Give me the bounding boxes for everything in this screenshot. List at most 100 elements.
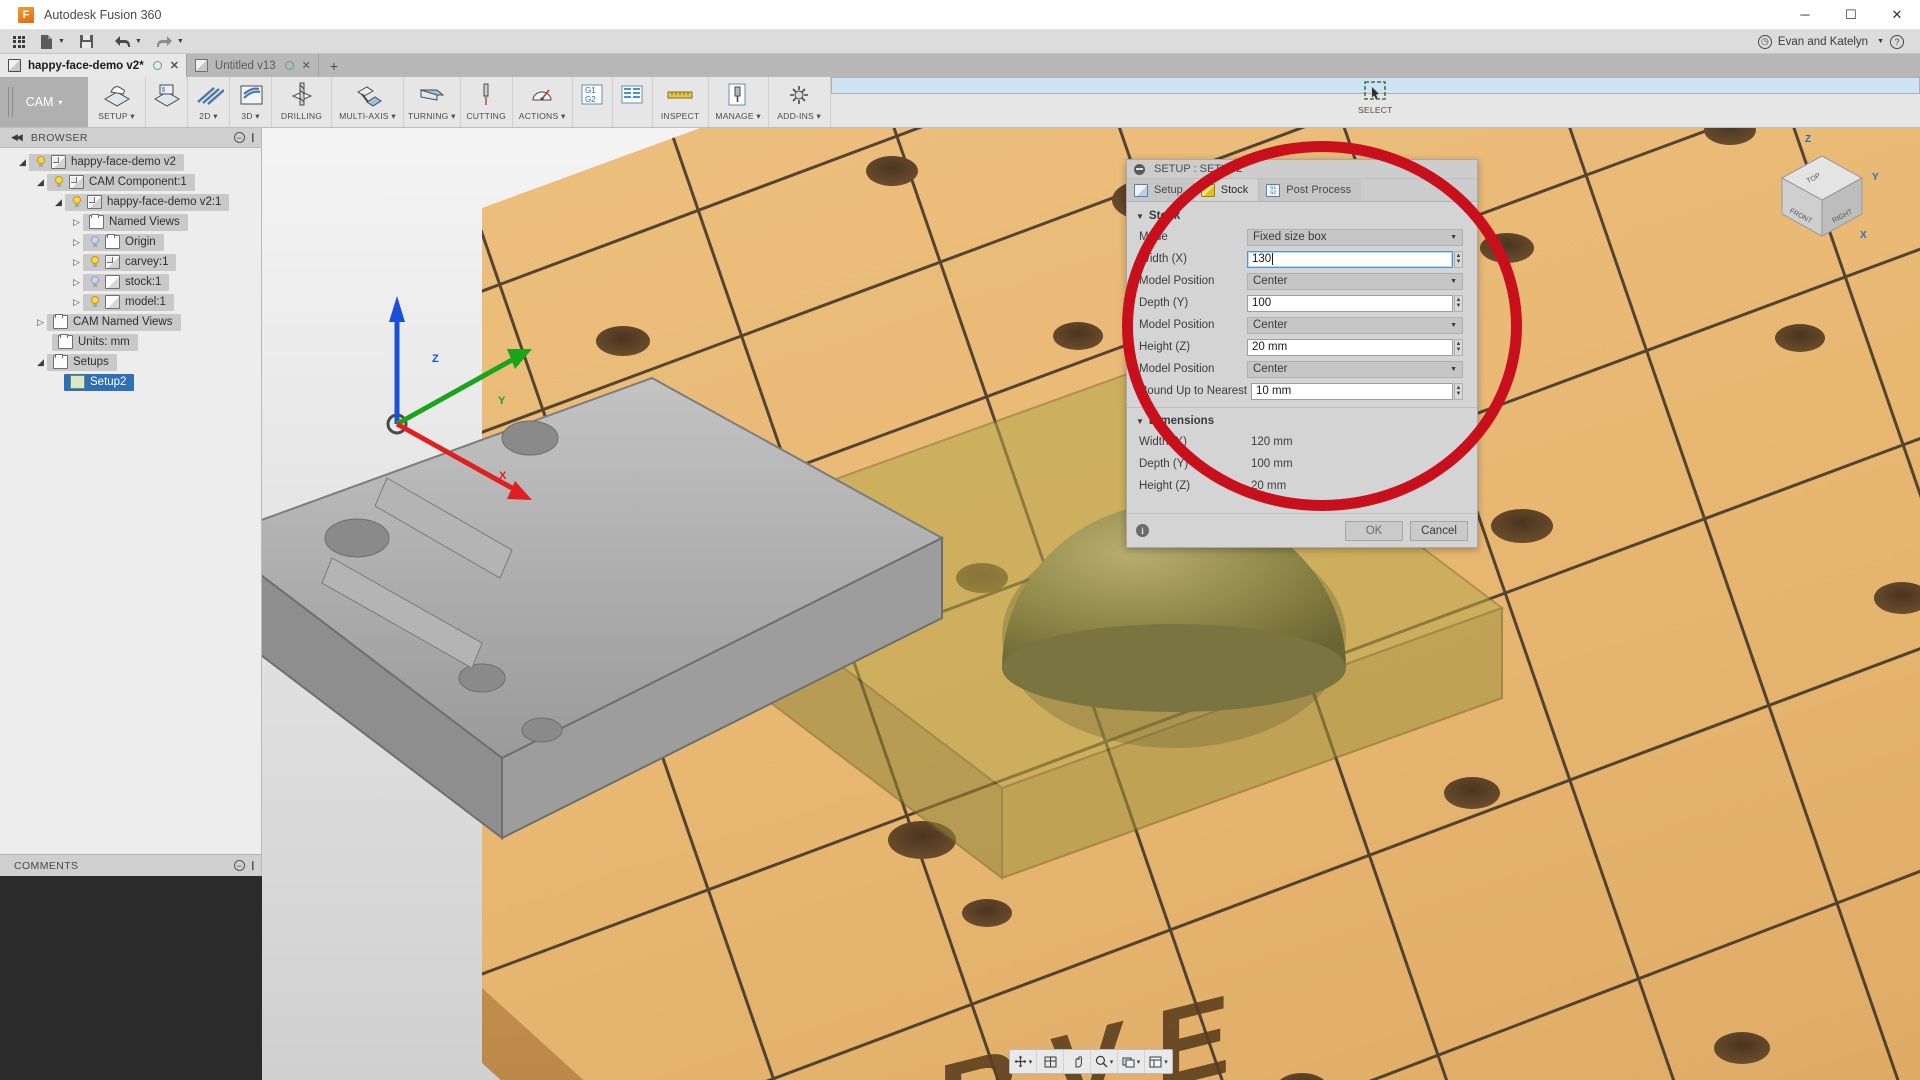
- model-position-z-select[interactable]: Center ▼: [1247, 361, 1463, 378]
- ribbon-button-drilling[interactable]: DRILLING: [272, 77, 332, 127]
- dialog-collapse-icon[interactable]: [1134, 164, 1145, 175]
- minimize-button[interactable]: ─: [1782, 0, 1828, 30]
- visibility-bulb-icon[interactable]: [88, 295, 102, 309]
- comments-pin-icon[interactable]: ❙: [249, 860, 257, 871]
- redo-button[interactable]: ▼: [149, 30, 191, 54]
- ribbon-button-select[interactable]: SELECT: [831, 77, 1920, 94]
- new-document-button[interactable]: ▼: [32, 30, 72, 54]
- new-document-tab-button[interactable]: +: [319, 54, 349, 77]
- browser-options-icon[interactable]: −: [234, 132, 245, 143]
- ribbon-button-multi-axis[interactable]: MULTI-AXIS ▾: [332, 77, 404, 127]
- round-up-input[interactable]: 10 mm: [1251, 383, 1453, 400]
- tree-item-setups[interactable]: ◢ Setups: [0, 352, 261, 372]
- save-button[interactable]: [72, 30, 101, 54]
- ribbon-button-3d[interactable]: 3D ▾: [230, 77, 272, 127]
- help-icon[interactable]: ?: [1890, 35, 1904, 49]
- tree-item-named-views[interactable]: ▷ Named Views: [0, 212, 261, 232]
- ribbon-button-setup[interactable]: SETUP ▾: [88, 77, 146, 127]
- visibility-bulb-icon[interactable]: [34, 155, 48, 169]
- grid-layout-button[interactable]: ▾: [1145, 1050, 1172, 1073]
- tree-item-setup2[interactable]: Setup2: [0, 372, 261, 392]
- tree-item-origin[interactable]: ▷ Origin: [0, 232, 261, 252]
- ribbon-label-setup: SETUP ▾: [98, 111, 135, 122]
- expand-arrow-icon[interactable]: ◢: [16, 157, 29, 168]
- grid-snap-button[interactable]: [1037, 1050, 1064, 1073]
- ribbon-button-cutting[interactable]: CUTTING: [461, 77, 513, 127]
- tree-item-stock[interactable]: ▷ stock:1: [0, 272, 261, 292]
- app-grid-button[interactable]: [6, 30, 32, 54]
- dialog-tab-stock[interactable]: Stock: [1194, 179, 1260, 201]
- width-x-input[interactable]: 130: [1247, 251, 1453, 268]
- expand-arrow-icon[interactable]: ▷: [70, 297, 83, 308]
- ribbon-button-turning[interactable]: TURNING ▾: [404, 77, 461, 127]
- display-settings-button[interactable]: ▾: [1118, 1050, 1145, 1073]
- model-position-y-select[interactable]: Center ▼: [1247, 317, 1463, 334]
- expand-arrow-icon[interactable]: ▷: [34, 317, 47, 328]
- pan-button[interactable]: [1064, 1050, 1091, 1073]
- comments-options-icon[interactable]: −: [234, 860, 245, 871]
- expand-arrow-icon[interactable]: ◢: [34, 177, 47, 188]
- field-label-mode: Mode: [1139, 231, 1247, 243]
- tree-item-cam-named-views[interactable]: ▷ CAM Named Views: [0, 312, 261, 332]
- ribbon-button-2d[interactable]: 2D ▾: [188, 77, 230, 127]
- ribbon-button-inspect[interactable]: INSPECT: [653, 77, 709, 127]
- expand-arrow-icon[interactable]: ▷: [70, 237, 83, 248]
- close-icon[interactable]: ✕: [302, 59, 311, 72]
- view-cube[interactable]: TOP FRONT RIGHT Z Y X: [1760, 138, 1880, 248]
- tree-item-model[interactable]: ▷ model:1: [0, 292, 261, 312]
- expand-arrow-icon[interactable]: ◢: [34, 357, 47, 368]
- browser-pin-icon[interactable]: ❙: [249, 132, 257, 143]
- expand-arrow-icon[interactable]: ▷: [70, 277, 83, 288]
- expand-arrow-icon[interactable]: ▷: [70, 257, 83, 268]
- visibility-bulb-icon[interactable]: [70, 195, 84, 209]
- ribbon-button-new-folder[interactable]: [146, 77, 188, 127]
- dialog-tab-post-process[interactable]: G1 G2 Post Process: [1259, 179, 1361, 201]
- workspace-switcher[interactable]: CAM ▾: [0, 77, 88, 127]
- maximize-button[interactable]: ☐: [1828, 0, 1874, 30]
- dialog-tab-setup[interactable]: Setup: [1127, 179, 1194, 201]
- user-name-label[interactable]: Evan and Katelyn: [1778, 36, 1868, 48]
- ribbon-button-actions[interactable]: ACTIONS ▾: [513, 77, 573, 127]
- close-button[interactable]: ✕: [1874, 0, 1920, 30]
- ribbon-button-g-code[interactable]: G1 G2: [573, 77, 613, 127]
- undo-button[interactable]: ▼: [107, 30, 149, 54]
- chevron-down-icon[interactable]: ▼: [1877, 38, 1884, 45]
- info-icon[interactable]: i: [1136, 524, 1149, 537]
- height-z-stepper[interactable]: ▲▼: [1454, 339, 1463, 356]
- zoom-button[interactable]: ▾: [1091, 1050, 1118, 1073]
- collapse-panel-icon[interactable]: ◀◀: [11, 132, 21, 143]
- setup-stock-dialog[interactable]: SETUP : SETUP2 Setup Stock G1 G2 Post Pr…: [1126, 159, 1478, 548]
- dimensions-section-header[interactable]: ▼ Dimensions: [1127, 411, 1477, 431]
- orbit-button[interactable]: ▾: [1010, 1050, 1037, 1073]
- expand-arrow-icon[interactable]: ◢: [52, 197, 65, 208]
- ribbon-button-add-ins[interactable]: ADD-INS ▾: [769, 77, 831, 127]
- height-z-input[interactable]: 20 mm: [1247, 339, 1453, 356]
- ribbon-button-post-list[interactable]: [613, 77, 653, 127]
- tree-item-happy-face-demo-v2-1[interactable]: ◢ happy-face-demo v2:1: [0, 192, 261, 212]
- cancel-button[interactable]: Cancel: [1410, 521, 1468, 541]
- width-x-stepper[interactable]: ▲▼: [1454, 251, 1463, 268]
- tree-item-units[interactable]: Units: mm: [0, 332, 261, 352]
- expand-arrow-icon[interactable]: ▷: [70, 217, 83, 228]
- ok-button[interactable]: OK: [1345, 521, 1403, 541]
- visibility-bulb-icon[interactable]: [88, 255, 102, 269]
- round-up-stepper[interactable]: ▲▼: [1454, 383, 1463, 400]
- visibility-bulb-icon[interactable]: [88, 235, 102, 249]
- document-tab-untitled[interactable]: Untitled v13 ✕: [187, 54, 319, 77]
- visibility-bulb-icon[interactable]: [52, 175, 66, 189]
- ribbon-button-manage[interactable]: MANAGE ▾: [709, 77, 769, 127]
- depth-y-input[interactable]: 100: [1247, 295, 1453, 312]
- job-status-icon[interactable]: ◷: [1758, 35, 1772, 49]
- model-position-x-select[interactable]: Center ▼: [1247, 273, 1463, 290]
- mode-select[interactable]: Fixed size box ▼: [1247, 229, 1463, 246]
- stock-section-header[interactable]: ▼ Stock: [1127, 206, 1477, 226]
- tree-item-cam-component[interactable]: ◢ CAM Component:1: [0, 172, 261, 192]
- document-tab-happy-face-demo[interactable]: happy-face-demo v2* ✕: [0, 54, 187, 77]
- tree-item-carvey[interactable]: ▷ carvey:1: [0, 252, 261, 272]
- close-icon[interactable]: ✕: [170, 59, 179, 72]
- comments-panel[interactable]: COMMENTS − ❙: [0, 854, 262, 876]
- visibility-bulb-icon[interactable]: [88, 275, 102, 289]
- depth-y-stepper[interactable]: ▲▼: [1454, 295, 1463, 312]
- tree-item-happy-face-demo-v2[interactable]: ◢ happy-face-demo v2: [0, 152, 261, 172]
- viewport-canvas[interactable]: C A R V E: [262, 128, 1920, 1080]
